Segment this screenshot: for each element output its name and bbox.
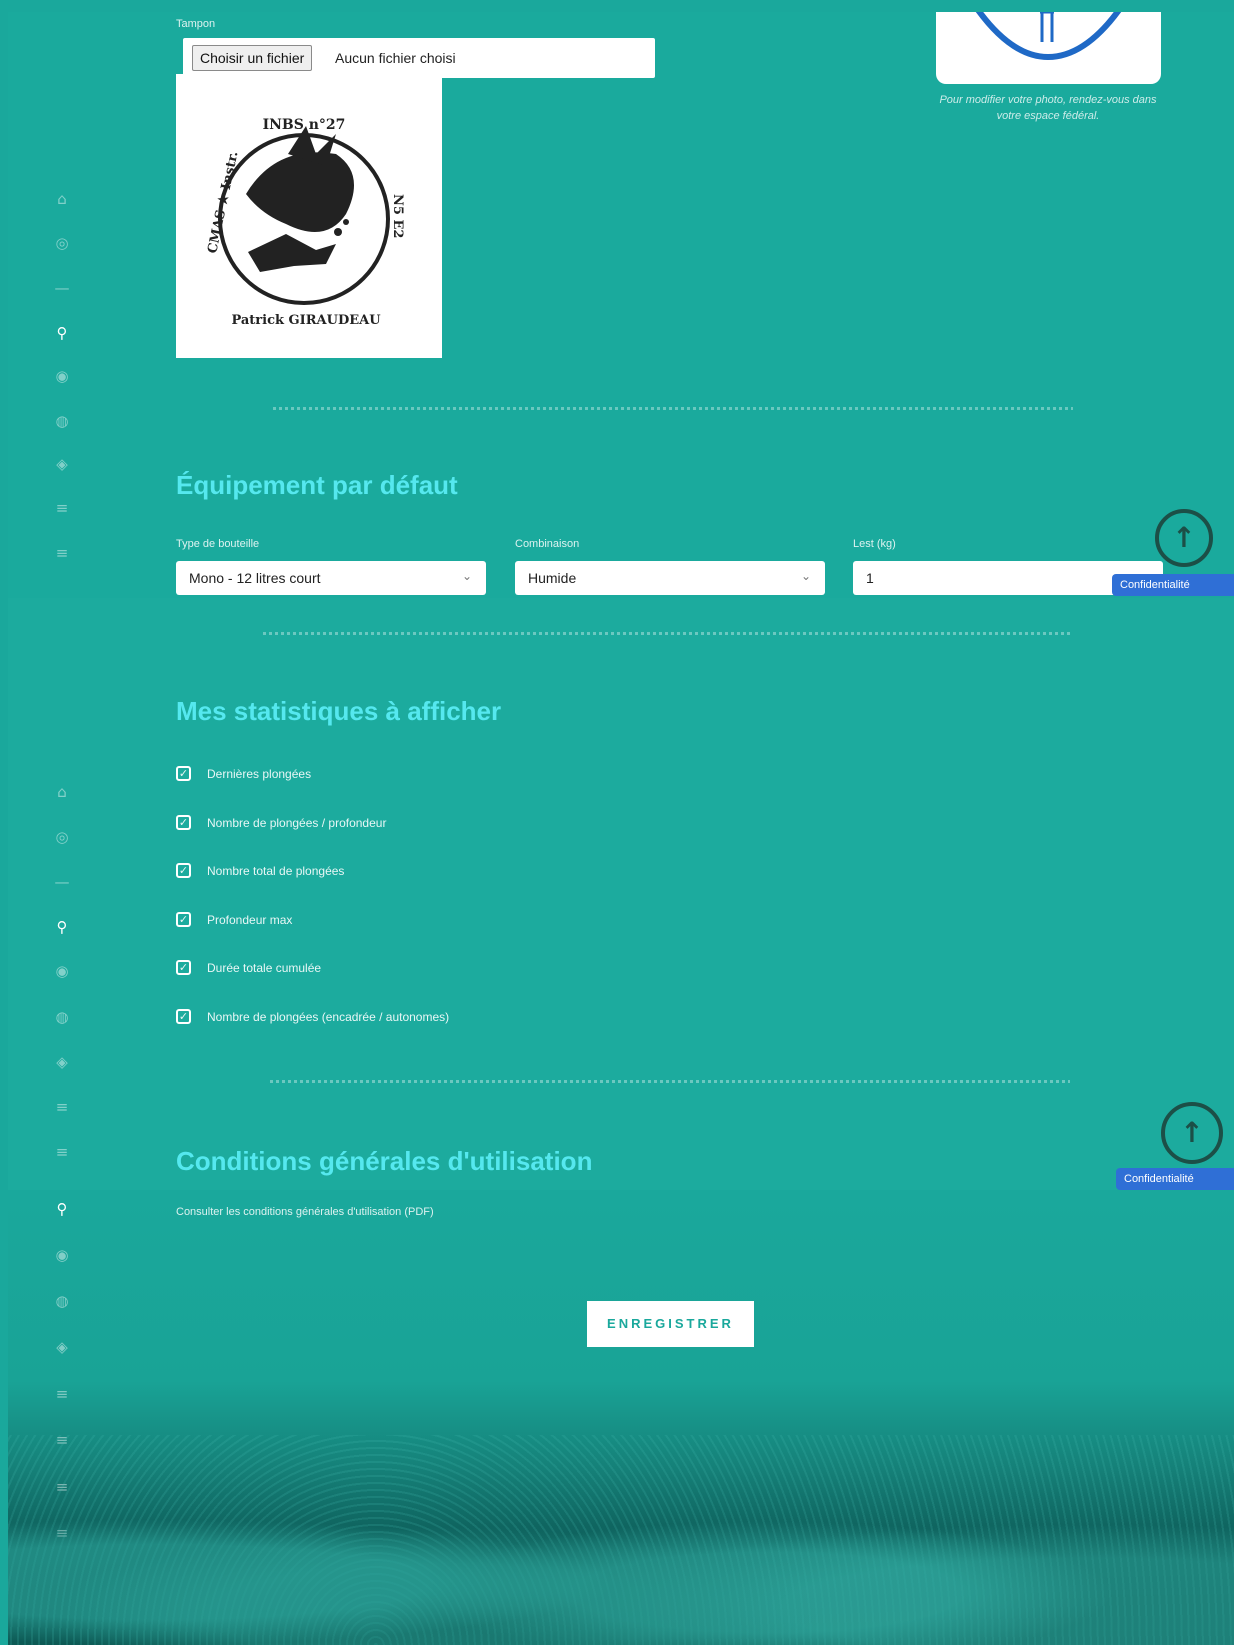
checkbox-checked[interactable]: ✓	[176, 863, 191, 878]
home-icon[interactable]: ⌂	[53, 190, 71, 208]
choose-file-button[interactable]: Choisir un fichier	[192, 45, 313, 71]
privacy-badge[interactable]: Confidentialité	[1116, 1168, 1234, 1190]
location-icon[interactable]: ◈	[53, 1053, 71, 1071]
privacy-badge[interactable]: Confidentialité	[1112, 574, 1234, 596]
stamp-text-right: N5 E2	[390, 194, 405, 238]
stamp-label: Tampon	[176, 18, 216, 30]
eye-icon[interactable]: ◉	[53, 367, 71, 385]
eye-icon[interactable]: ◉	[53, 1246, 71, 1264]
photo-note: Pour modifier votre photo, rendez-vous d…	[939, 94, 1157, 122]
list-icon-2[interactable]: ≡	[53, 1143, 71, 1161]
list-icon[interactable]: ≡	[53, 1098, 71, 1116]
stats-title: Mes statistiques à afficher	[176, 696, 502, 726]
stamp-image: INBS n°27 CMAS ★ Instr. N5 E2 Patrick GI…	[176, 74, 442, 358]
scroll-top-button[interactable]: ↑	[1161, 1102, 1223, 1164]
location-icon[interactable]: ◈	[53, 1338, 71, 1356]
equipment-title: Équipement par défaut	[176, 470, 458, 500]
stat-label: Dernières plongées	[207, 767, 312, 781]
menu-icon[interactable]: —	[53, 279, 71, 297]
home-icon[interactable]: ⌂	[53, 783, 71, 801]
bottle-value: Mono - 12 litres court	[189, 570, 321, 586]
checkbox-checked[interactable]: ✓	[176, 1009, 191, 1024]
user-icon[interactable]: ⚲	[53, 324, 71, 342]
calendar-icon[interactable]: ◍	[53, 412, 71, 430]
divider-wave	[270, 1080, 1070, 1083]
list-icon-2[interactable]: ≡	[53, 544, 71, 562]
chevron-down-icon: ⌄	[461, 569, 472, 583]
stat-label: Profondeur max	[207, 913, 293, 927]
stat-label: Nombre total de plongées	[207, 864, 345, 878]
weight-value: 1	[866, 570, 874, 586]
checkbox-checked[interactable]: ✓	[176, 766, 191, 781]
suit-select[interactable]: Humide ⌄	[515, 561, 825, 595]
coral-reef-image	[8, 1435, 1234, 1645]
divider-wave	[263, 632, 1073, 635]
chevron-down-icon: ⌄	[800, 569, 811, 583]
checkbox-checked[interactable]: ✓	[176, 912, 191, 927]
checkbox-checked[interactable]: ✓	[176, 815, 191, 830]
scroll-top-button[interactable]: ↑	[1155, 509, 1213, 567]
compass-icon[interactable]: ◎	[53, 234, 71, 252]
terms-title: Conditions générales d'utilisation	[176, 1146, 593, 1176]
calendar-icon[interactable]: ◍	[53, 1292, 71, 1310]
location-icon[interactable]: ◈	[53, 455, 71, 473]
checkbox-checked[interactable]: ✓	[176, 960, 191, 975]
stamp-text-bottom: Patrick GIRAUDEAU	[231, 313, 381, 328]
calendar-icon[interactable]: ◍	[53, 1008, 71, 1026]
bottle-label: Type de bouteille	[176, 538, 260, 550]
suit-value: Humide	[528, 570, 577, 586]
profile-photo-card	[936, 12, 1161, 84]
divider-wave	[273, 407, 1073, 410]
user-icon[interactable]: ⚲	[53, 1200, 71, 1218]
stat-label: Durée totale cumulée	[207, 961, 322, 975]
eye-icon[interactable]: ◉	[53, 962, 71, 980]
bottle-select[interactable]: Mono - 12 litres court ⌄	[176, 561, 486, 595]
terms-pdf-link[interactable]: Consulter les conditions générales d'uti…	[176, 1206, 434, 1218]
stat-label: Nombre de plongées (encadrée / autonomes…	[207, 1010, 450, 1024]
suit-label: Combinaison	[515, 538, 580, 550]
list-icon[interactable]: ≡	[53, 499, 71, 517]
stamp-file-input[interactable]: Choisir un fichier Aucun fichier choisi	[183, 38, 655, 78]
stat-label: Nombre de plongées / profondeur	[207, 816, 387, 830]
profile-slice-middle: ⌂ ◎ — ⚲ ◉ ◍ ◈ ≡ ≡ Mes statistiques à aff…	[8, 598, 1234, 1190]
privacy-label: Confidentialité	[1120, 579, 1190, 591]
user-icon[interactable]: ⚲	[53, 918, 71, 936]
compass-icon[interactable]: ◎	[53, 828, 71, 846]
list-icon[interactable]: ≡	[53, 1385, 71, 1403]
weight-label: Lest (kg)	[853, 538, 896, 550]
sidebar-nav: ⌂ ◎ — ⚲ ◉ ◍ ◈ ≡ ≡	[8, 598, 104, 1190]
profile-slice-top: ⌂ ◎ — ⚲ ◉ ◍ ◈ ≡ ≡ Tampon Choisir un fich…	[8, 12, 1234, 598]
stamp-text-top: INBS n°27	[263, 117, 346, 133]
save-button[interactable]: ENREGISTRER	[587, 1301, 754, 1347]
privacy-label: Confidentialité	[1124, 1173, 1194, 1185]
file-status: Aucun fichier choisi	[335, 50, 456, 66]
profile-slice-bottom: ⚲ ◉ ◍ ◈ ≡ ≡ ≡ ≡ Consulter les conditions…	[8, 1190, 1234, 1645]
menu-icon[interactable]: —	[53, 873, 71, 891]
sidebar-nav: ⌂ ◎ — ⚲ ◉ ◍ ◈ ≡ ≡	[8, 12, 104, 598]
